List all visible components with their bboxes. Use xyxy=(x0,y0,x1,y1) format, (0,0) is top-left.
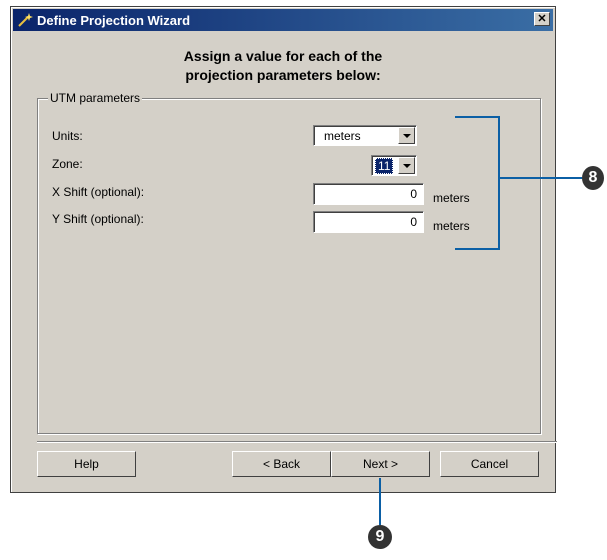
bracket-8 xyxy=(455,116,500,250)
callout-9: 9 xyxy=(368,525,392,549)
callout-lines xyxy=(379,116,582,525)
callout-8: 8 xyxy=(582,166,604,190)
